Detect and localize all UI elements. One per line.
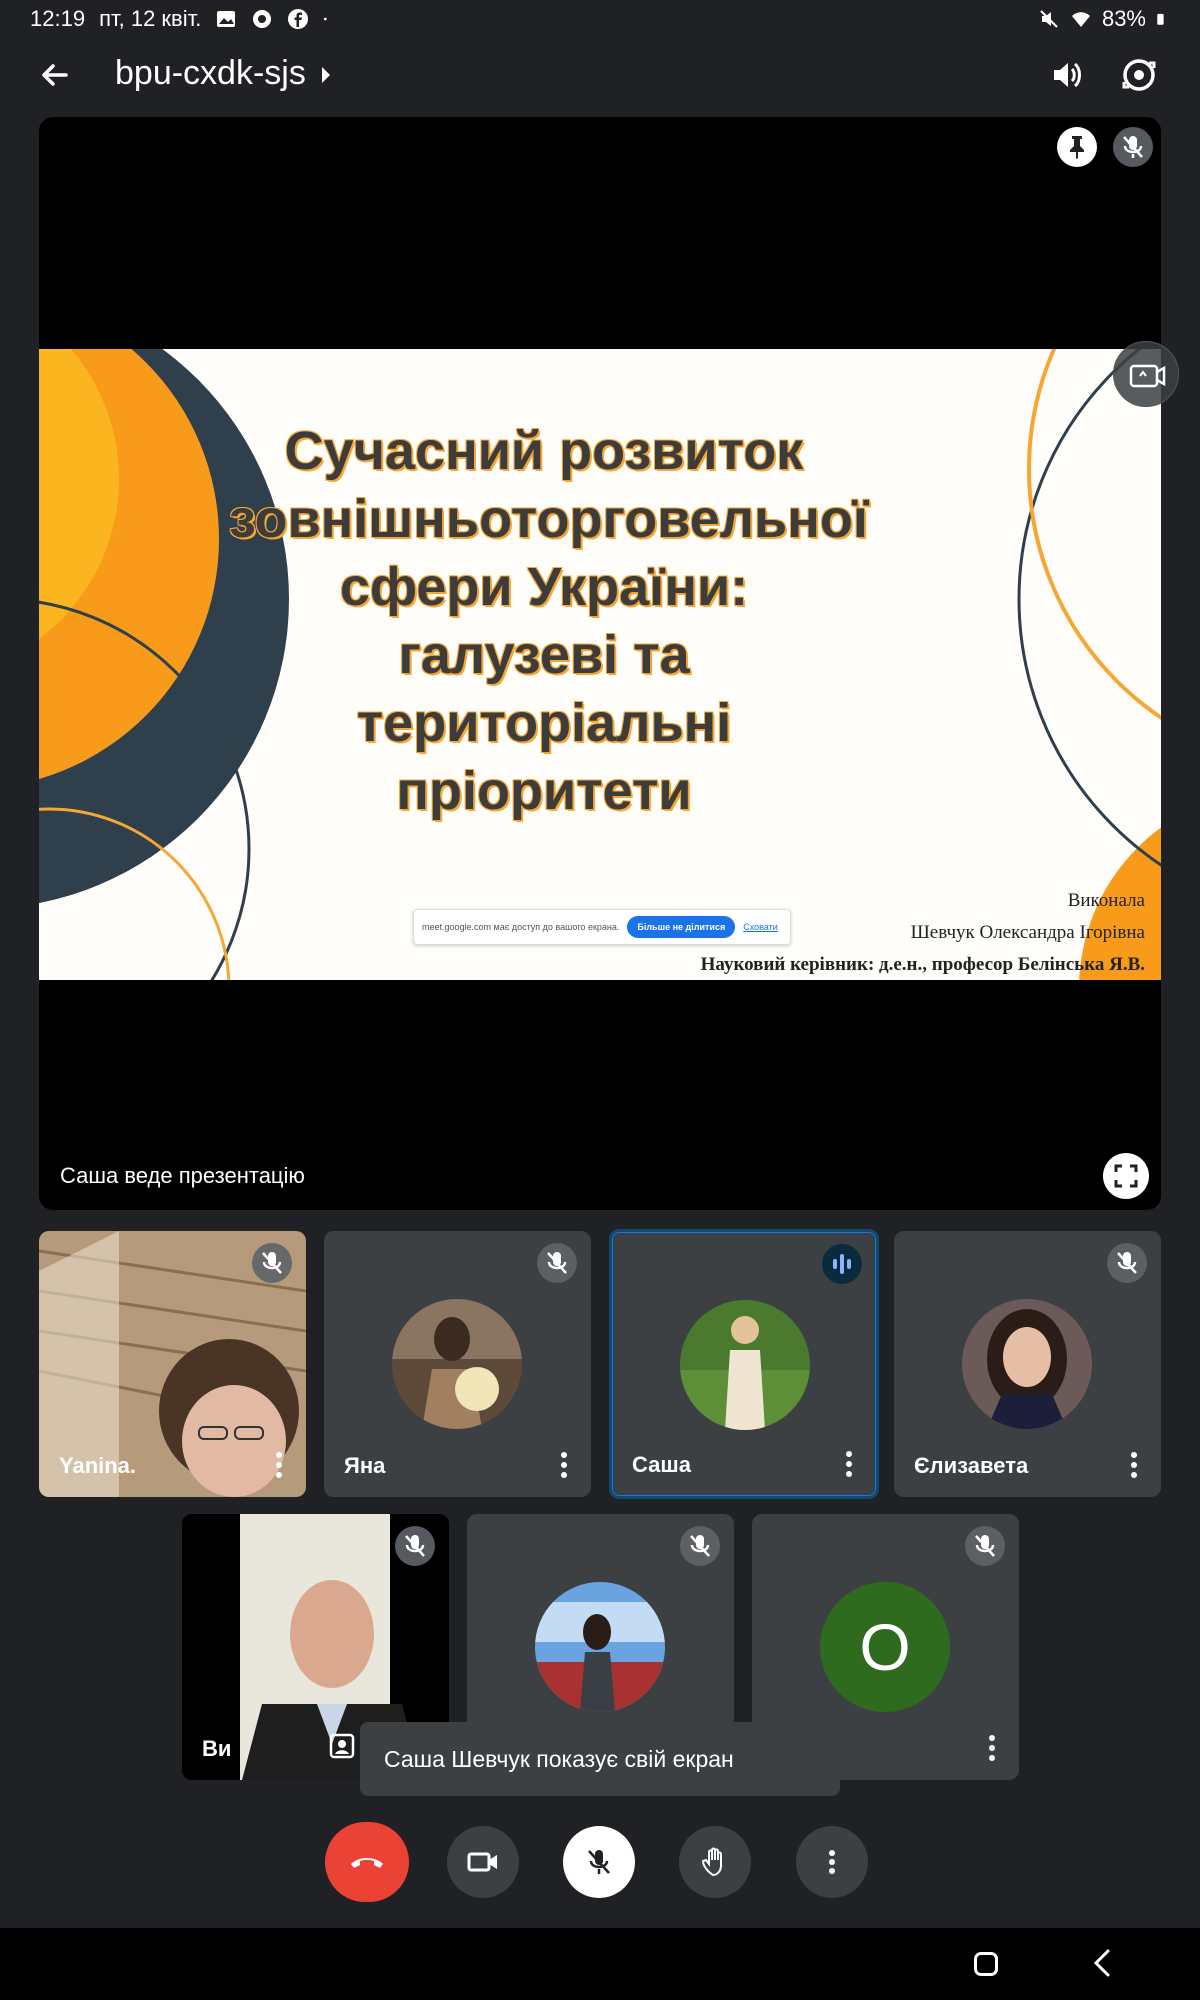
pin-icon [1070,136,1084,159]
battery-level: 83% [1101,6,1146,31]
slide-supervisor: Науковий керівник: д.е.н., професор Белі… [700,954,1145,975]
slide-title: Сучасний розвиток зовнішньоторговельної … [229,421,869,821]
speaker-icon[interactable] [1046,54,1088,96]
pin-button[interactable] [1057,127,1097,167]
home-icon[interactable] [974,1952,998,1976]
caret-right-icon [321,66,330,83]
mic-off-badge [965,1526,1005,1566]
camera-effects-icon [1129,364,1166,388]
speaking-badge [822,1244,862,1284]
mic-off-badge [680,1526,720,1566]
avatar [392,1299,522,1429]
mic-off-icon [1123,136,1143,158]
raise-hand-button[interactable] [679,1826,751,1898]
mic-off-badge [537,1243,577,1283]
mic-off-badge [1107,1243,1147,1283]
microphone-toggle-button[interactable] [563,1826,635,1898]
participant-name: Yanina. [59,1453,137,1478]
camera-toggle-button[interactable] [447,1826,519,1898]
switch-camera-icon[interactable] [1118,54,1160,96]
more-options-icon[interactable] [1125,1451,1143,1479]
mic-off-icon [588,1850,610,1874]
shared-slide: Сучасний розвиток зовнішньоторговельної … [39,349,1161,980]
mic-off-icon [405,1535,425,1557]
system-nav-bar [0,1928,1200,2000]
mic-off-icon [975,1535,995,1557]
share-bar-text: meet.google.com має доступ до вашого екр… [422,922,620,932]
avatar-letter: O [859,1610,911,1684]
chrome-icon [253,10,272,28]
more-options-icon[interactable] [983,1734,1001,1762]
status-date: пт, 12 квіт. [99,6,202,31]
gallery-icon [217,11,236,27]
toast-text: Саша Шевчук показує свій екран [384,1745,734,1772]
more-options-icon[interactable] [270,1451,288,1479]
more-options-icon[interactable] [840,1450,858,1478]
mic-off-badge [252,1243,292,1283]
mic-off-icon [262,1252,282,1274]
mic-off-badge [395,1526,435,1566]
portrait-mode-icon[interactable] [328,1732,356,1760]
participant-name: Яна [344,1453,386,1478]
mute-icon [1040,10,1058,28]
hang-up-button[interactable] [325,1822,409,1902]
more-vert-icon [829,1850,835,1874]
mic-off-icon [1117,1252,1137,1274]
battery-icon [1157,13,1164,25]
avatar [535,1582,665,1712]
more-options-button[interactable] [796,1826,868,1898]
camera-effects-button[interactable] [1113,341,1179,407]
slide-author-line2: Шевчук Олександра Ігорівна [910,922,1145,943]
participant-tile[interactable]: Yanina. [39,1231,306,1497]
status-time: 12:19 [30,6,86,31]
meeting-code-label: bpu-cxdk-sjs [115,54,306,92]
avatar [680,1300,810,1430]
presenter-mic-off-badge [1113,127,1153,167]
more-options-icon[interactable] [555,1451,573,1479]
participant-tile[interactable]: Яна [324,1231,591,1497]
slide-author-line1: Виконала [1067,890,1145,911]
wifi-icon [1071,12,1090,27]
participant-name: Ви [202,1736,232,1761]
app-bar: bpu-cxdk-sjs [0,40,1200,110]
hang-up-icon [351,1858,383,1868]
dot-icon [324,17,328,21]
hand-icon [701,1847,722,1877]
facebook-icon [288,9,309,29]
avatar-initial: O [820,1582,950,1712]
audio-level-icon [833,1254,851,1274]
slide-author-block: Виконала Шевчук Олександра Ігорівна Наук… [701,885,1145,980]
mic-off-icon [547,1252,567,1274]
status-bar: 12:19 пт, 12 квіт. 83% [0,0,1200,38]
participant-tile[interactable]: Єлизавета [894,1231,1161,1497]
fullscreen-button[interactable] [1103,1153,1149,1199]
video-camera-icon [467,1852,497,1872]
participant-name: Саша [632,1452,691,1477]
presenting-label: Саша веде презентацію [60,1163,305,1188]
presentation-stage[interactable]: Сучасний розвиток зовнішньоторговельної … [39,117,1161,1210]
back-arrow-icon[interactable] [36,56,74,94]
participant-name: Єлизавета [914,1453,1029,1478]
back-icon[interactable] [1090,1948,1114,1978]
participant-tile-active-speaker[interactable]: Саша [609,1229,879,1499]
meeting-code[interactable]: bpu-cxdk-sjs [115,54,330,93]
avatar [962,1299,1092,1429]
mic-off-icon [690,1535,710,1557]
fullscreen-icon [1114,1164,1138,1188]
screen-share-toast: Саша Шевчук показує свій екран [360,1722,840,1796]
